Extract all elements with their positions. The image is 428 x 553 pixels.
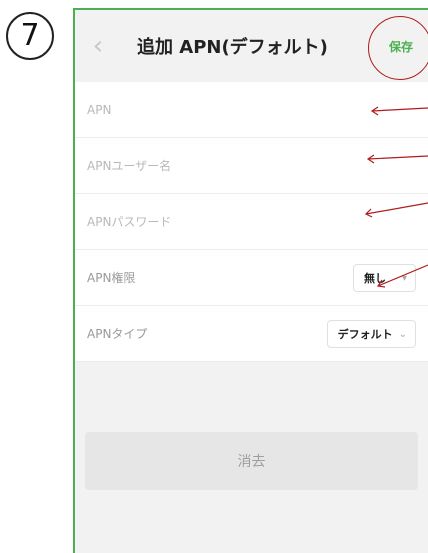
chevron-down-icon: ▾ bbox=[401, 272, 407, 284]
chevron-left-icon[interactable]: ‹ bbox=[83, 28, 113, 64]
apn-type-select[interactable]: デフォルト ⌄ bbox=[326, 320, 416, 348]
page-title: 追加 APN(デフォルト) bbox=[137, 37, 328, 58]
chevron-down-icon: ⌄ bbox=[398, 328, 407, 340]
phone-screen: ‹ 追加 APN(デフォルト) 保存 APN APNユーザー名 APNパスワード… bbox=[73, 8, 428, 553]
apn-username-input[interactable] bbox=[195, 148, 418, 183]
delete-button[interactable]: 消去 bbox=[85, 432, 418, 490]
apn-auth-value: 無し bbox=[363, 272, 386, 285]
apn-username-label: APNユーザー名 bbox=[87, 159, 172, 173]
apn-password-input[interactable] bbox=[195, 204, 418, 239]
save-button[interactable]: 保存 bbox=[379, 34, 423, 58]
apn-auth-row: APN権限 無し ▾ bbox=[75, 250, 428, 306]
apn-input[interactable] bbox=[195, 92, 418, 127]
apn-auth-label: APN権限 bbox=[87, 271, 136, 285]
apn-row: APN bbox=[75, 82, 428, 138]
apn-password-label: APNパスワード bbox=[87, 215, 172, 229]
apn-form: APN APNユーザー名 APNパスワード APN権限 無し ▾ APNタイプ … bbox=[75, 82, 428, 362]
apn-label: APN bbox=[87, 102, 112, 117]
apn-auth-select[interactable]: 無し ▾ bbox=[352, 264, 416, 292]
apn-type-row: APNタイプ デフォルト ⌄ bbox=[75, 306, 428, 362]
apn-type-label: APNタイプ bbox=[87, 327, 148, 341]
apn-username-row: APNユーザー名 bbox=[75, 138, 428, 194]
apn-password-row: APNパスワード bbox=[75, 194, 428, 250]
step-number-badge: 7 bbox=[6, 12, 54, 60]
apn-type-value: デフォルト bbox=[337, 328, 393, 341]
header-bar: ‹ 追加 APN(デフォルト) 保存 bbox=[75, 10, 428, 82]
delete-area: 消去 bbox=[75, 362, 428, 553]
